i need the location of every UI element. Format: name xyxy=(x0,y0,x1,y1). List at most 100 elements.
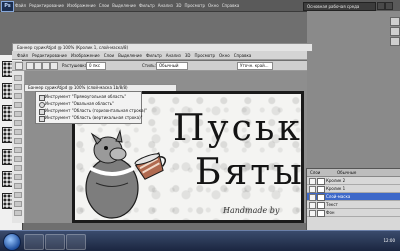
marquee-tool-icon[interactable] xyxy=(14,84,22,90)
intersect-selection-icon[interactable] xyxy=(50,62,58,70)
type-tool-icon[interactable] xyxy=(14,201,22,207)
style-select[interactable]: Обычный xyxy=(156,62,188,70)
app-menu: Файл Редактирование Изображение Слои Выд… xyxy=(15,2,239,9)
layer-name: Текст xyxy=(326,202,338,207)
eraser-tool-icon[interactable] xyxy=(14,165,22,171)
layers-panel-header[interactable]: Слои Обычные xyxy=(307,169,400,177)
panel-icon-adjust[interactable] xyxy=(390,37,400,46)
minimize-button[interactable] xyxy=(377,2,385,10)
menu-item-help[interactable]: Справка xyxy=(222,2,240,9)
banner-title-line-2: Бятые xyxy=(195,152,304,193)
banner-credit: Handmade by xyxy=(223,206,280,215)
preset-item[interactable]: Инструмент "Область (вертикальная строка… xyxy=(38,115,143,122)
layer-name: Слой-маска xyxy=(326,194,351,199)
pen-tool-icon[interactable] xyxy=(14,192,22,198)
lasso-tool-icon[interactable] xyxy=(14,93,22,99)
layer-row[interactable]: Текст xyxy=(307,201,400,209)
visibility-eye-icon[interactable] xyxy=(309,178,316,185)
taskbar-app-button[interactable] xyxy=(66,234,86,250)
menu-item-analysis[interactable]: Анализ xyxy=(166,51,181,59)
gradient-tool-icon[interactable] xyxy=(14,174,22,180)
healing-brush-icon[interactable] xyxy=(14,129,22,135)
menu-item-select[interactable]: Выделение xyxy=(118,51,142,59)
photoshop-logo-icon: Ps xyxy=(1,1,14,12)
crop-tool-icon[interactable] xyxy=(14,111,22,117)
menu-item-3d[interactable]: 3D xyxy=(185,51,191,59)
menu-item-file[interactable]: Файл xyxy=(15,2,26,9)
layer-thumbnail xyxy=(317,210,325,217)
preset-item-label: Инструмент "Овальная область" xyxy=(45,101,114,106)
taskbar: 12:00 xyxy=(0,230,400,251)
layer-name: Фон xyxy=(326,210,335,215)
blend-mode-select[interactable]: Обычные xyxy=(337,169,356,176)
layer-row-selected[interactable]: Слой-маска xyxy=(307,193,400,201)
start-button[interactable] xyxy=(3,233,21,251)
history-brush-icon[interactable] xyxy=(14,156,22,162)
layer-name: Кролик 1 xyxy=(326,186,346,191)
banner-title-line-1: Пуськи xyxy=(173,108,303,149)
menu-item-view[interactable]: Просмотр xyxy=(195,51,216,59)
marquee-tool-preset-icon[interactable] xyxy=(15,62,23,70)
layer-thumbnail xyxy=(317,194,325,201)
tools-panel xyxy=(12,71,25,223)
eyedropper-icon[interactable] xyxy=(14,120,22,126)
illustration xyxy=(85,129,167,219)
column-marquee-icon xyxy=(39,116,45,122)
menu-item-select[interactable]: Выделение xyxy=(112,2,136,9)
workspace-button[interactable]: Основная рабочая среда xyxy=(303,2,376,11)
menu-item-analysis[interactable]: Анализ xyxy=(158,2,173,9)
layer-thumbnail xyxy=(317,178,325,185)
layer-name: Кролик 2 xyxy=(326,178,346,183)
hand-tool-icon[interactable] xyxy=(14,210,22,216)
visibility-eye-icon[interactable] xyxy=(309,186,316,193)
layer-row[interactable]: Кролик 1 xyxy=(307,185,400,193)
taskbar-app-button[interactable] xyxy=(45,234,65,250)
menu-item-window[interactable]: Окно xyxy=(219,51,230,59)
panel-icon-swatches[interactable] xyxy=(390,27,400,36)
layer-thumbnail xyxy=(317,186,325,193)
layer-thumbnail xyxy=(317,202,325,209)
taskbar-app-button[interactable] xyxy=(24,234,44,250)
visibility-eye-icon[interactable] xyxy=(309,194,316,201)
feather-input[interactable]: 0 пкс xyxy=(86,62,106,70)
brush-tool-icon[interactable] xyxy=(14,138,22,144)
preset-item-label: Инструмент "Область (вертикальная строка… xyxy=(45,115,143,120)
style-label: Стиль: xyxy=(142,63,156,68)
subtract-selection-icon[interactable] xyxy=(42,62,50,70)
preset-item[interactable]: Инструмент "Прямоугольная область" xyxy=(38,94,138,101)
menu-item-filter[interactable]: Фильтр xyxy=(139,2,155,9)
taskbar-clock: 12:00 xyxy=(383,238,395,243)
layer-row[interactable]: Фон xyxy=(307,209,400,217)
preset-item-label: Инструмент "Область (горизонтальная стро… xyxy=(45,108,148,113)
stamp-tool-icon[interactable] xyxy=(14,147,22,153)
menu-item-help[interactable]: Справка xyxy=(234,51,252,59)
move-tool-icon[interactable] xyxy=(14,75,22,81)
preset-item[interactable]: Инструмент "Овальная область" xyxy=(38,101,138,108)
new-selection-icon[interactable] xyxy=(26,62,34,70)
layer-row[interactable]: Кролик 2 xyxy=(307,177,400,185)
options-bar: Растушевка: 0 пкс Стиль: Обычный Уточн. … xyxy=(12,61,307,71)
maximize-button[interactable] xyxy=(385,2,393,10)
visibility-eye-icon[interactable] xyxy=(309,210,316,217)
tool-preset-list: Инструмент "Прямоугольная область" Инстр… xyxy=(35,91,147,124)
menu-item-layers[interactable]: Слои xyxy=(99,2,109,9)
window-menubar: Файл Редактирование Изображение Слои Выд… xyxy=(12,51,307,60)
visibility-eye-icon[interactable] xyxy=(309,202,316,209)
panel-icon-color[interactable] xyxy=(390,17,400,26)
menu-item-edit[interactable]: Редактирование xyxy=(29,2,64,9)
menu-item-view[interactable]: Просмотр xyxy=(185,2,206,9)
menu-item-edit[interactable]: Редактирование xyxy=(32,51,67,59)
menu-item-layers[interactable]: Слои xyxy=(104,51,114,59)
menu-item-3d[interactable]: 3D xyxy=(176,2,182,9)
dodge-tool-icon[interactable] xyxy=(14,183,22,189)
menu-item-window[interactable]: Окно xyxy=(208,2,219,9)
add-selection-icon[interactable] xyxy=(34,62,42,70)
menu-item-image[interactable]: Изображение xyxy=(71,51,100,59)
menu-item-file[interactable]: Файл xyxy=(17,51,28,59)
preset-item[interactable]: Инструмент "Область (горизонтальная стро… xyxy=(38,108,147,115)
menu-item-image[interactable]: Изображение xyxy=(67,2,96,9)
menu-item-filter[interactable]: Фильтр xyxy=(146,51,162,59)
feather-label: Растушевка: xyxy=(62,63,89,68)
refine-edge-button[interactable]: Уточн. край... xyxy=(237,62,273,70)
magic-wand-icon[interactable] xyxy=(14,102,22,108)
